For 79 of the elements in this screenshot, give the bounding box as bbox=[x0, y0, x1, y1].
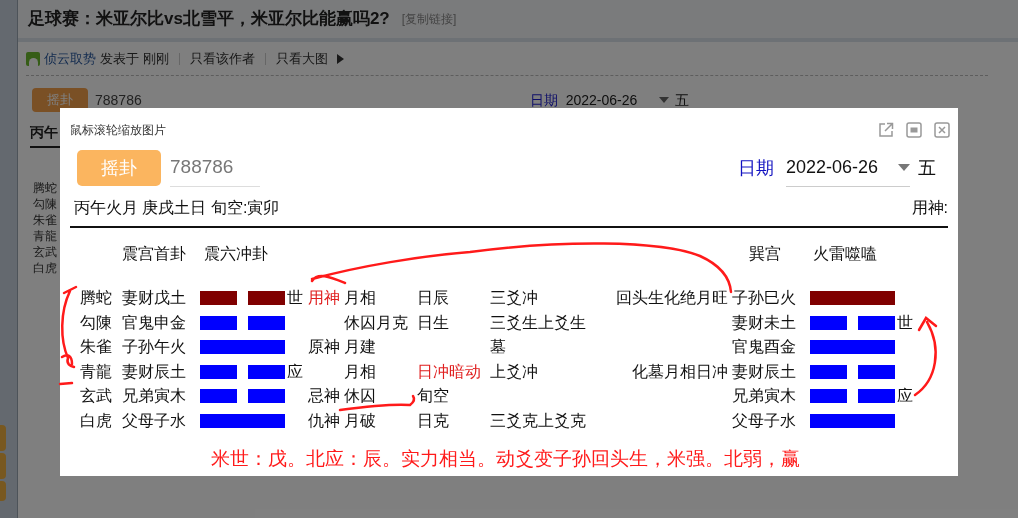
god-label: 玄武 bbox=[80, 387, 112, 404]
day-state: 旬空 bbox=[417, 387, 449, 404]
line-label: 官鬼申金 bbox=[122, 313, 186, 331]
line-label: 兄弟寅木 bbox=[732, 387, 796, 404]
date-field[interactable]: 2022-06-26 bbox=[786, 149, 910, 187]
line-label: 妻财戊土 bbox=[122, 289, 186, 306]
close-icon[interactable] bbox=[934, 122, 950, 138]
day-state: 日生 bbox=[417, 313, 449, 331]
date-field[interactable]: 2022-06-26 bbox=[565, 89, 638, 111]
god-label: 玄武 bbox=[33, 244, 57, 260]
god-label: 腾蛇 bbox=[33, 180, 57, 196]
fullscreen-icon[interactable] bbox=[906, 122, 922, 138]
month-state: 休囚月克 bbox=[344, 313, 408, 331]
viewer-title: 鼠标滚轮缩放图片 bbox=[70, 122, 166, 139]
ganzhi-text: 丙午火月 庚戌土日 旬空:寅卯 bbox=[74, 198, 280, 218]
date-label: 日期 bbox=[529, 90, 558, 110]
day-state: 日辰 bbox=[417, 289, 449, 306]
day-state: 日冲暗动 bbox=[417, 362, 481, 380]
relation-note: 上爻冲 bbox=[490, 362, 538, 380]
god-label: 腾蛇 bbox=[80, 289, 112, 306]
filter-link[interactable]: 只看该作者 bbox=[189, 48, 255, 69]
change-note: 回头生化绝月旺 bbox=[616, 289, 728, 306]
hexagram-title: 震六冲卦 bbox=[204, 244, 268, 264]
hexagram-title: 火雷噬嗑 bbox=[813, 244, 877, 264]
play-icon[interactable] bbox=[335, 53, 344, 64]
relation-note: 墓 bbox=[490, 338, 506, 355]
number-field[interactable]: 788786 bbox=[95, 89, 142, 111]
date-label: 日期 bbox=[738, 156, 774, 180]
dropdown-icon[interactable] bbox=[898, 164, 910, 171]
month-state: 月破 bbox=[344, 411, 376, 429]
role-label: 仇神 bbox=[308, 411, 340, 429]
relation-note: 三爻生上爻生 bbox=[490, 313, 586, 331]
role-label: 用神 bbox=[308, 289, 340, 306]
change-note: 化墓月相日冲 bbox=[632, 362, 728, 380]
month-state: 月相 bbox=[344, 362, 376, 380]
line-label: 妻财未土 bbox=[732, 313, 796, 331]
god-label: 勾陳 bbox=[33, 196, 57, 212]
line-label: 妻财辰土 bbox=[122, 362, 186, 380]
external-link-icon[interactable] bbox=[878, 122, 894, 138]
role-label: 原神 bbox=[308, 338, 340, 355]
author-link[interactable]: 侦云取势 bbox=[44, 48, 96, 69]
god-label: 朱雀 bbox=[80, 338, 112, 355]
role-label: 忌神 bbox=[308, 387, 340, 404]
month-text: 五 bbox=[918, 156, 936, 180]
month-state: 月建 bbox=[344, 338, 376, 355]
ganzhi-text: 丙午 bbox=[30, 124, 58, 140]
hexagram-title: 震宫首卦 bbox=[122, 244, 186, 264]
god-label: 白虎 bbox=[80, 411, 112, 429]
day-state: 日克 bbox=[417, 411, 449, 429]
god-label: 朱雀 bbox=[33, 212, 57, 228]
dropdown-icon[interactable] bbox=[659, 97, 670, 103]
line-label: 子孙巳火 bbox=[732, 289, 796, 306]
god-label: 青龍 bbox=[80, 362, 112, 380]
hexagram-title: 巽宫 bbox=[749, 244, 781, 264]
line-label: 妻财辰土 bbox=[732, 362, 796, 380]
line-label: 子孙午火 bbox=[122, 338, 186, 355]
god-label: 勾陳 bbox=[80, 313, 112, 331]
relation-note: 三爻冲 bbox=[490, 289, 538, 306]
post-time: 发表于 刚刚 bbox=[100, 49, 169, 68]
relation-note: 三爻克上爻克 bbox=[490, 411, 586, 429]
yongshen-label: 用神: bbox=[911, 198, 948, 218]
marker-label: 世 bbox=[287, 289, 303, 306]
month-text: 五 bbox=[675, 90, 690, 110]
line-label: 父母子水 bbox=[122, 411, 186, 429]
avatar-icon bbox=[26, 51, 40, 66]
note-text: 米世：戊。北应：辰。实力相当。动爻变子孙回头生，米强。北弱，赢 bbox=[211, 448, 800, 469]
marker-label: 应 bbox=[287, 362, 303, 380]
filter-link[interactable]: 只看大图 bbox=[275, 48, 328, 69]
god-label: 青龍 bbox=[33, 228, 57, 244]
god-label: 白虎 bbox=[33, 260, 57, 276]
month-state: 休囚 bbox=[344, 387, 376, 404]
number-field[interactable]: 788786 bbox=[170, 149, 260, 187]
marker-label: 应 bbox=[897, 387, 913, 404]
line-label: 父母子水 bbox=[732, 411, 796, 429]
marker-label: 世 bbox=[897, 313, 913, 331]
post-title: 足球赛：米亚尔比vs北雪平，米亚尔比能赢吗2? bbox=[28, 8, 390, 31]
line-label: 兄弟寅木 bbox=[122, 387, 186, 404]
month-state: 月相 bbox=[344, 289, 376, 306]
line-label: 官鬼酉金 bbox=[732, 338, 796, 355]
